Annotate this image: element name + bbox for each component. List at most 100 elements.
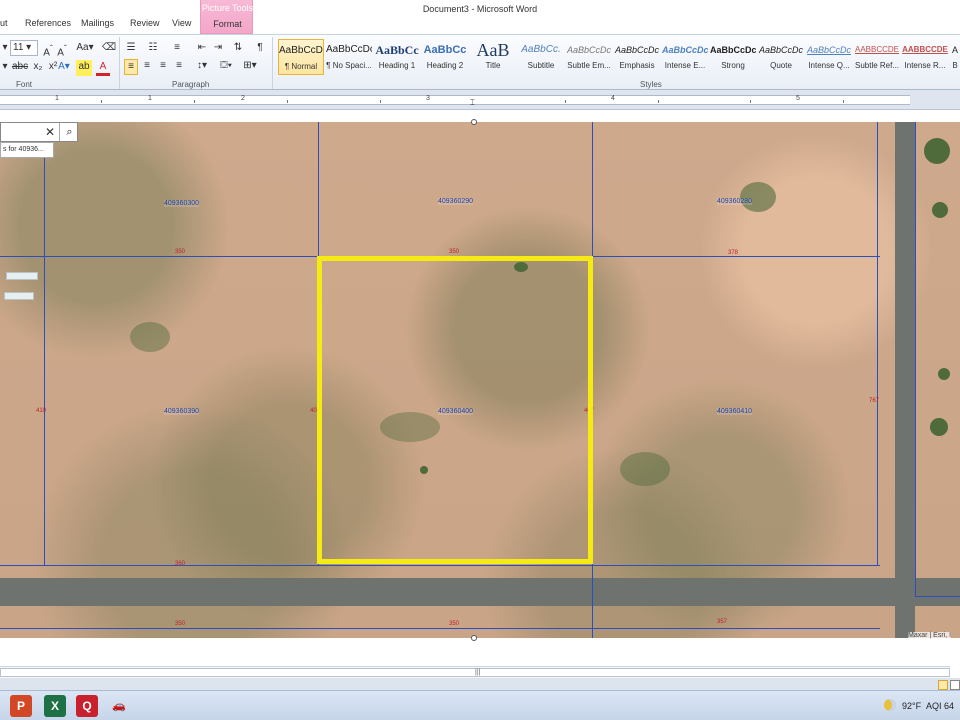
font-color-icon[interactable]: A — [96, 60, 110, 76]
style-sample: AaBbCc. — [521, 44, 561, 55]
align-center-icon[interactable]: ≡ — [140, 59, 154, 75]
resize-handle[interactable] — [471, 119, 477, 125]
style-quote[interactable]: AaBbCcDc Quote — [758, 39, 804, 75]
dimension-label: 767 — [869, 398, 880, 404]
shading-icon[interactable]: ⛋▾ — [218, 59, 234, 75]
shrub — [130, 322, 170, 352]
search-icon[interactable]: ⌕ — [59, 123, 79, 141]
map-credit: Maxar | Esri, I — [908, 632, 952, 639]
dimension-label: 410 — [36, 408, 47, 414]
style-name: ¶ Normal — [284, 62, 318, 71]
style-name: Title — [485, 61, 501, 70]
horizontal-ruler[interactable]: 1 1 2 3 4 5 ⌶ — [0, 90, 960, 110]
style-heading-2[interactable]: AaBbCc Heading 2 — [422, 39, 468, 75]
decrease-indent-icon[interactable]: ⇤ — [196, 41, 208, 57]
quicken-icon[interactable]: Q — [76, 695, 98, 717]
style-emphasis[interactable]: AaBbCcDc Emphasis — [614, 39, 660, 75]
style-intense-quote[interactable]: AaBbCcDc Intense Q... — [806, 39, 852, 75]
tab-references[interactable]: References — [25, 18, 71, 28]
resize-handle[interactable] — [471, 635, 477, 641]
style-subtitle[interactable]: AaBbCc. Subtitle — [518, 39, 564, 75]
powerpoint-icon[interactable]: P — [10, 695, 32, 717]
scrollbar-thumb[interactable]: ||| — [0, 668, 950, 677]
dimension-label: 360 — [175, 561, 186, 567]
borders-icon[interactable]: ⊞▾ — [242, 59, 258, 75]
style-sample: AABBCCDE — [902, 45, 948, 54]
car-app-icon[interactable]: 🚗 — [108, 695, 130, 717]
style-sample: AaBbCcDc — [710, 45, 756, 55]
font-size-box[interactable]: 11 ▾ — [10, 40, 38, 56]
road — [895, 122, 915, 638]
picture-tools-context: Picture Tools Format — [200, 0, 253, 34]
font-name-dropdown[interactable]: ▾ — [0, 41, 10, 57]
shrink-font-icon[interactable]: Aˇ — [56, 41, 68, 58]
ruler-tick — [194, 100, 195, 103]
search-suggestion[interactable]: s for 40936... — [0, 142, 54, 158]
road — [0, 578, 960, 606]
style-title[interactable]: AaB Title — [470, 39, 516, 75]
bullets-icon[interactable]: ☰ — [124, 41, 138, 57]
print-layout-icon[interactable] — [938, 680, 948, 690]
tab-review[interactable]: Review — [130, 18, 160, 28]
style-name: Quote — [770, 61, 792, 70]
strikethrough-icon[interactable]: abc — [12, 60, 28, 76]
style-strong[interactable]: AaBbCcDc Strong — [710, 39, 756, 75]
style-subtle-reference[interactable]: AABBCCDE Subtle Ref... — [854, 39, 900, 75]
style-name: Strong — [721, 61, 745, 70]
shrub — [620, 452, 670, 486]
align-left-icon[interactable]: ≡ — [124, 59, 138, 75]
tab-view[interactable]: View — [172, 18, 191, 28]
change-case-icon[interactable]: Aa▾ — [76, 41, 94, 57]
ruler-tick — [287, 100, 288, 103]
weather-temperature[interactable]: 92°F — [902, 701, 921, 711]
tab-format[interactable]: Format — [201, 19, 254, 29]
show-formatting-icon[interactable]: ¶ — [254, 41, 266, 57]
style-intense-reference[interactable]: AABBCCDE Intense R... — [902, 39, 948, 75]
indent-marker-icon[interactable]: ⌶ — [470, 98, 475, 108]
group-divider — [272, 37, 273, 89]
align-right-icon[interactable]: ≡ — [156, 59, 170, 75]
dimension-label: 350 — [449, 249, 460, 255]
building — [6, 272, 38, 280]
style-heading-1[interactable]: AaBbCc Heading 1 — [374, 39, 420, 75]
style-sample: AaBbCcDc — [566, 45, 611, 55]
style-no-spacing[interactable]: AaBbCcDc ¶ No Spaci... — [326, 39, 372, 75]
style-name: Subtle Em... — [567, 61, 611, 70]
tab-mailings[interactable]: Mailings — [81, 18, 114, 28]
underline-dropdown-icon[interactable]: ▾ — [0, 60, 10, 76]
style-name: Subtitle — [527, 61, 555, 70]
ruler-track: 1 1 2 3 4 5 — [0, 95, 910, 105]
building — [4, 292, 34, 300]
multilevel-list-icon[interactable]: ≡ — [170, 41, 184, 57]
justify-icon[interactable]: ≡ — [172, 59, 186, 75]
ruler-number: 3 — [426, 95, 430, 102]
style-sample: AaBbCcDc — [279, 45, 323, 56]
increase-indent-icon[interactable]: ⇥ — [212, 41, 224, 57]
style-book-title[interactable]: A B — [950, 39, 960, 75]
clear-formatting-icon[interactable]: ⌫ — [102, 41, 116, 57]
sort-icon[interactable]: ⇅ — [232, 41, 244, 57]
search-box[interactable]: ✕ ⌕ — [0, 122, 78, 142]
text-effects-icon[interactable]: A▾ — [56, 60, 72, 76]
excel-icon[interactable]: X — [44, 695, 66, 717]
horizontal-scrollbar[interactable]: ||| — [0, 666, 950, 678]
style-sample: AABBCCDE — [854, 45, 899, 54]
style-intense-emphasis[interactable]: AaBbCcDc Intense E... — [662, 39, 708, 75]
style-sample: AaBbCcDc — [806, 45, 851, 55]
grow-font-icon[interactable]: Aˆ — [42, 41, 54, 58]
numbering-icon[interactable]: ☷ — [146, 41, 160, 57]
air-quality-index[interactable]: AQI 64 — [926, 701, 954, 711]
style-sample: AaBbCc — [375, 43, 419, 57]
parcel-line — [877, 122, 878, 565]
ruler-tick — [101, 100, 102, 103]
ruler-number: 5 — [796, 95, 800, 102]
style-normal[interactable]: AaBbCcDc ¶ Normal — [278, 39, 324, 75]
tab-layout[interactable]: ut — [0, 18, 8, 28]
full-screen-icon[interactable] — [950, 680, 960, 690]
close-icon[interactable]: ✕ — [45, 125, 55, 139]
aerial-map-image[interactable]: 409360300 409360290 409360280 409360390 … — [0, 122, 960, 638]
line-spacing-icon[interactable]: ↕▾ — [194, 59, 210, 75]
style-subtle-emphasis[interactable]: AaBbCcDc Subtle Em... — [566, 39, 612, 75]
subscript-icon[interactable]: x₂ — [32, 60, 44, 76]
highlight-color-icon[interactable]: ab — [76, 60, 92, 76]
